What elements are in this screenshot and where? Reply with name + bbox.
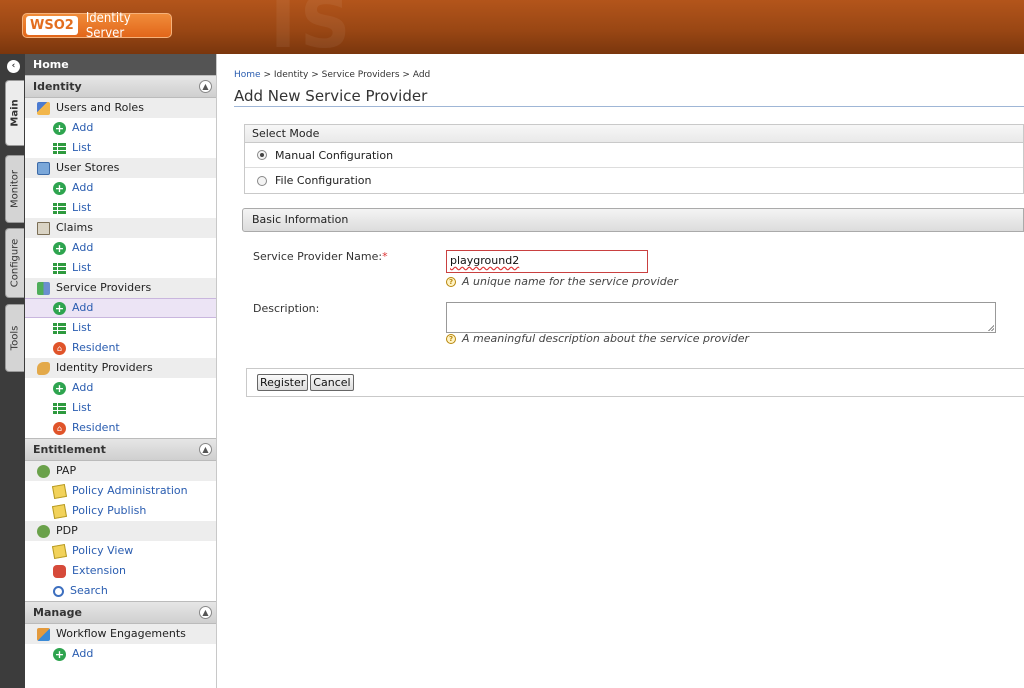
main-content: Home > Identity > Service Providers > Ad… xyxy=(217,54,1024,688)
sidebar: Home Identity ▲ Users and Roles + Add Lis… xyxy=(25,54,217,688)
sidebar-cat-pdp[interactable]: PDP xyxy=(25,521,216,541)
help-icon: ? xyxy=(446,276,456,287)
breadcrumb-identity: Identity xyxy=(273,70,309,80)
register-button[interactable]: Register xyxy=(257,374,309,391)
sidebar-item-idp-list[interactable]: List xyxy=(25,398,216,418)
sidebar-item-stores-add[interactable]: + Add xyxy=(25,178,216,198)
page-title: Add New Service Provider xyxy=(234,87,428,105)
manual-config-radio[interactable] xyxy=(257,150,267,160)
sidebar-item-claims-add[interactable]: + Add xyxy=(25,238,216,258)
list-icon xyxy=(53,261,66,275)
policy-document-icon xyxy=(51,483,68,499)
sidebar-item-users-add[interactable]: + Add xyxy=(25,118,216,138)
tab-main[interactable]: Main xyxy=(5,80,24,146)
collapse-section-icon[interactable]: ▲ xyxy=(199,80,212,93)
extension-icon xyxy=(53,564,66,578)
section-identity[interactable]: Identity ▲ xyxy=(25,75,216,98)
collapse-menu-icon[interactable]: ‹ xyxy=(7,60,20,73)
collapse-section-icon[interactable]: ▲ xyxy=(199,443,212,456)
logo-brand: WSO2 xyxy=(26,16,78,35)
sidebar-cat-identity-providers[interactable]: Identity Providers xyxy=(25,358,216,378)
policy-document-icon xyxy=(51,503,68,519)
logo-product-name: Identity Server xyxy=(85,10,131,41)
description-hint: ? A meaningful description about the ser… xyxy=(446,332,749,345)
breadcrumb-service-providers: Service Providers xyxy=(321,70,400,80)
sidebar-cat-users-roles[interactable]: Users and Roles xyxy=(25,98,216,118)
resident-icon: ⌂ xyxy=(53,341,66,355)
section-entitlement[interactable]: Entitlement ▲ xyxy=(25,438,216,461)
sidebar-cat-workflow[interactable]: Workflow Engagements xyxy=(25,624,216,644)
sidebar-item-policy-publish[interactable]: Policy Publish xyxy=(25,501,216,521)
sidebar-cat-user-stores[interactable]: User Stores xyxy=(25,158,216,178)
sidebar-item-claims-list[interactable]: List xyxy=(25,258,216,278)
sidebar-item-sp-add[interactable]: + Add xyxy=(25,298,216,318)
user-stores-icon xyxy=(37,161,50,175)
search-icon xyxy=(53,585,64,597)
required-mark: * xyxy=(382,250,388,263)
tab-monitor[interactable]: Monitor xyxy=(5,155,24,223)
add-icon: + xyxy=(53,241,66,255)
identity-providers-icon xyxy=(37,361,50,375)
sp-name-input[interactable]: playground2 xyxy=(446,250,648,273)
sidebar-item-search[interactable]: Search xyxy=(25,581,216,601)
collapse-section-icon[interactable]: ▲ xyxy=(199,606,212,619)
product-logo[interactable]: WSO2 Identity Server xyxy=(22,10,172,41)
sidebar-cat-service-providers[interactable]: Service Providers xyxy=(25,278,216,298)
sidebar-cat-pap[interactable]: PAP xyxy=(25,461,216,481)
sidebar-item-workflow-add[interactable]: + Add xyxy=(25,644,216,664)
list-icon xyxy=(53,141,66,155)
sidebar-item-stores-list[interactable]: List xyxy=(25,198,216,218)
add-icon: + xyxy=(53,181,66,195)
claims-icon xyxy=(37,221,50,235)
description-label: Description: xyxy=(253,302,320,315)
breadcrumb: Home > Identity > Service Providers > Ad… xyxy=(234,70,431,80)
pdp-icon xyxy=(37,524,50,538)
sidebar-item-sp-resident[interactable]: ⌂ Resident xyxy=(25,338,216,358)
list-icon xyxy=(53,201,66,215)
header-watermark: IS xyxy=(270,0,355,54)
sidebar-item-sp-list[interactable]: List xyxy=(25,318,216,338)
select-mode-title: Select Mode xyxy=(245,125,1023,143)
list-icon xyxy=(53,321,66,335)
sidebar-item-idp-resident[interactable]: ⌂ Resident xyxy=(25,418,216,438)
list-icon xyxy=(53,401,66,415)
sidebar-home[interactable]: Home xyxy=(25,54,216,75)
help-icon: ? xyxy=(446,333,456,344)
add-icon: + xyxy=(53,647,66,661)
add-icon: + xyxy=(53,381,66,395)
app-header: IS WSO2 Identity Server xyxy=(0,0,1024,54)
breadcrumb-home[interactable]: Home xyxy=(234,70,261,80)
add-icon: + xyxy=(53,301,66,315)
option-manual-configuration[interactable]: Manual Configuration xyxy=(245,143,1023,168)
description-textarea[interactable] xyxy=(446,302,996,333)
option-file-configuration[interactable]: File Configuration xyxy=(245,168,1023,193)
form-button-bar: Register Cancel xyxy=(246,368,1024,397)
service-providers-icon xyxy=(37,281,50,295)
sidebar-item-users-list[interactable]: List xyxy=(25,138,216,158)
sp-name-hint: ? A unique name for the service provider xyxy=(446,275,678,288)
basic-information-header[interactable]: Basic Information xyxy=(242,208,1024,232)
section-manage[interactable]: Manage ▲ xyxy=(25,601,216,624)
title-divider xyxy=(234,106,1024,107)
resident-icon: ⌂ xyxy=(53,421,66,435)
file-config-radio[interactable] xyxy=(257,175,267,186)
tab-tools[interactable]: Tools xyxy=(5,304,24,372)
breadcrumb-add: Add xyxy=(412,70,431,80)
workflow-icon xyxy=(37,627,50,641)
pap-icon xyxy=(37,464,50,478)
sidebar-cat-claims[interactable]: Claims xyxy=(25,218,216,238)
sidebar-item-policy-view[interactable]: Policy View xyxy=(25,541,216,561)
sp-name-label: Service Provider Name:* xyxy=(253,250,388,263)
cancel-button[interactable]: Cancel xyxy=(310,374,354,391)
users-roles-icon xyxy=(37,101,50,115)
sidebar-item-idp-add[interactable]: + Add xyxy=(25,378,216,398)
tab-configure[interactable]: Configure xyxy=(5,228,24,298)
sidebar-item-extension[interactable]: Extension xyxy=(25,561,216,581)
select-mode-panel: Select Mode Manual Configuration File Co… xyxy=(244,124,1024,194)
policy-document-icon xyxy=(51,543,68,559)
sidebar-item-policy-administration[interactable]: Policy Administration xyxy=(25,481,216,501)
add-icon: + xyxy=(53,121,66,135)
